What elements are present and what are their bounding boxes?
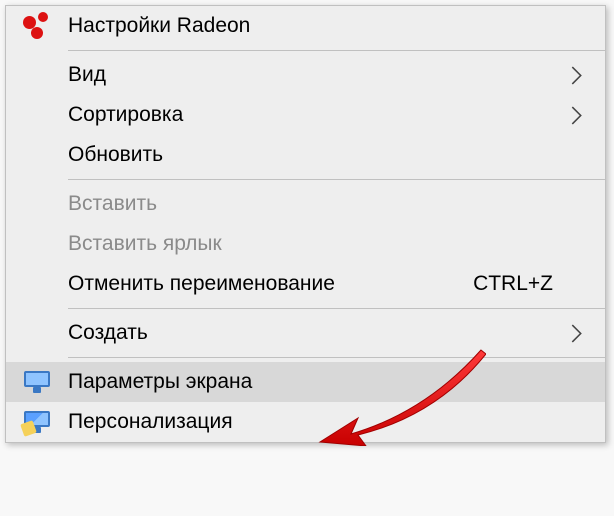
menu-item-label: Вставить <box>68 192 565 216</box>
personalize-icon <box>6 411 68 433</box>
chevron-right-icon <box>565 105 587 126</box>
menu-item-new[interactable]: Создать <box>6 313 605 353</box>
menu-item-label: Параметры экрана <box>68 370 565 394</box>
separator <box>6 353 605 362</box>
menu-item-label: Обновить <box>68 143 565 167</box>
menu-item-paste-shortcut: Вставить ярлык <box>6 224 605 264</box>
menu-item-undo-rename[interactable]: Отменить переименование CTRL+Z <box>6 264 605 304</box>
menu-item-label: Персонализация <box>68 410 565 434</box>
context-menu: Настройки Radeon Вид Сортировка Обновить… <box>5 5 606 443</box>
menu-item-label: Сортировка <box>68 103 565 127</box>
menu-item-label: Создать <box>68 321 565 345</box>
menu-item-label: Отменить переименование <box>68 272 473 296</box>
menu-item-label: Вид <box>68 63 565 87</box>
radeon-icon <box>6 12 68 40</box>
chevron-right-icon <box>565 323 587 344</box>
monitor-icon <box>6 371 68 393</box>
menu-item-radeon-settings[interactable]: Настройки Radeon <box>6 6 605 46</box>
menu-item-view[interactable]: Вид <box>6 55 605 95</box>
separator <box>6 46 605 55</box>
menu-item-refresh[interactable]: Обновить <box>6 135 605 175</box>
menu-item-personalize[interactable]: Персонализация <box>6 402 605 442</box>
menu-item-shortcut: CTRL+Z <box>473 272 565 296</box>
menu-item-paste: Вставить <box>6 184 605 224</box>
chevron-right-icon <box>565 65 587 86</box>
menu-item-display-settings[interactable]: Параметры экрана <box>6 362 605 402</box>
separator <box>6 175 605 184</box>
menu-item-label: Вставить ярлык <box>68 232 565 256</box>
menu-item-label: Настройки Radeon <box>68 14 565 38</box>
separator <box>6 304 605 313</box>
menu-item-sort[interactable]: Сортировка <box>6 95 605 135</box>
